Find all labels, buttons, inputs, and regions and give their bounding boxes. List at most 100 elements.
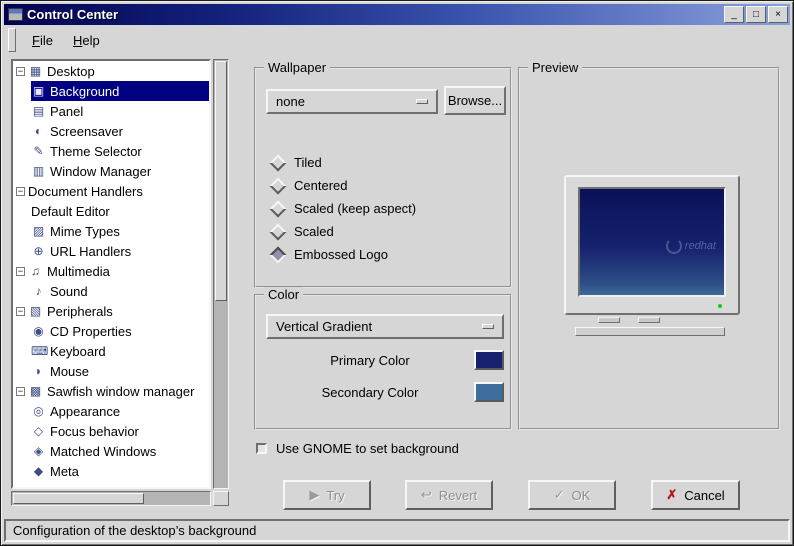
menu-help[interactable]: Help: [63, 29, 110, 52]
preview-monitor: redhat: [564, 175, 740, 315]
radio-label: Scaled (keep aspect): [294, 201, 417, 216]
screensaver-icon: ◐: [34, 124, 43, 138]
panel-icon: ▤: [32, 104, 45, 118]
minimize-icon: _: [731, 8, 737, 20]
tree-item-multimedia[interactable]: ♫ Multimedia: [13, 261, 209, 281]
peripherals-icon: ▧: [29, 304, 42, 318]
gradient-type-dropdown-value: Vertical Gradient: [276, 319, 373, 334]
browse-button[interactable]: Browse...: [444, 86, 506, 115]
try-icon: ▶: [309, 487, 320, 502]
secondary-color-swatch[interactable]: [474, 382, 504, 402]
use-gnome-checkbox-row[interactable]: Use GNOME to set background: [256, 441, 459, 456]
scrollbar-corner: [213, 491, 229, 506]
matched-windows-icon: ◈: [33, 444, 44, 458]
ok-icon: ✓: [553, 487, 565, 502]
tree-item-label: Meta: [50, 463, 79, 479]
menu-file[interactable]: File: [22, 29, 63, 52]
expander-minus-icon[interactable]: [16, 66, 25, 76]
tree-item-desktop[interactable]: ▦ Desktop: [13, 61, 209, 81]
tree-item-sawfish[interactable]: ▩ Sawfish window manager: [13, 381, 209, 401]
preview-group: Preview redhat: [518, 60, 780, 430]
primary-color-swatch[interactable]: [474, 350, 504, 370]
radio-embossed-logo[interactable]: Embossed Logo: [269, 243, 416, 266]
cancel-button[interactable]: ✗ Cancel: [651, 480, 740, 510]
radio-icon: [269, 177, 287, 194]
settings-tree: ▦ Desktop ▣ Background ▤ Panel ◐ Screensaver…: [11, 59, 211, 489]
radio-centered[interactable]: Centered: [269, 174, 416, 197]
radio-scaled-keep-aspect[interactable]: Scaled (keep aspect): [269, 197, 417, 220]
wallpaper-file-dropdown-value: none: [276, 94, 305, 109]
tree-item-label: Window Manager: [50, 163, 152, 179]
tree-item-meta[interactable]: ◆ Meta: [13, 461, 209, 481]
theme-selector-icon: ✎: [33, 144, 44, 158]
horizontal-scrollbar[interactable]: [11, 491, 211, 506]
expander-minus-icon[interactable]: [16, 386, 25, 396]
tree-item-keyboard[interactable]: ⌨ Keyboard: [13, 341, 209, 361]
revert-button-label: Revert: [438, 487, 478, 503]
expander-minus-icon[interactable]: [16, 306, 25, 316]
menubar-grip-handle[interactable]: [8, 28, 16, 52]
tree-item-panel[interactable]: ▤ Panel: [13, 101, 209, 121]
radio-label: Tiled: [294, 155, 322, 170]
tree-item-matched-windows[interactable]: ◈ Matched Windows: [13, 441, 209, 461]
wallpaper-group-title: Wallpaper: [264, 60, 331, 75]
radio-label: Centered: [294, 178, 348, 193]
color-group-title: Color: [264, 287, 304, 302]
wallpaper-group: Wallpaper none Browse... Tiled Centered …: [254, 60, 512, 288]
tree-item-cd-properties[interactable]: ◉ CD Properties: [13, 321, 209, 341]
vertical-scrollbar[interactable]: [213, 59, 229, 489]
tree-item-sound[interactable]: ♪ Sound: [13, 281, 209, 301]
radio-scaled[interactable]: Scaled: [269, 220, 416, 243]
maximize-button[interactable]: □: [746, 6, 766, 23]
try-button[interactable]: ▶ Try: [283, 480, 371, 510]
radio-label: Embossed Logo: [294, 247, 388, 262]
tree-item-background[interactable]: ▣ Background: [13, 81, 209, 101]
gradient-type-dropdown[interactable]: Vertical Gradient: [266, 314, 504, 339]
tree-item-label: Sawfish window manager: [47, 383, 195, 399]
preview-group-title: Preview: [528, 60, 583, 75]
dropdown-indicator-icon: [416, 99, 428, 104]
radio-icon: [269, 223, 287, 240]
url-handlers-icon: ⊕: [33, 244, 44, 258]
close-button[interactable]: ×: [768, 6, 788, 23]
control-center-icon: [8, 8, 23, 21]
checkbox-icon[interactable]: [256, 443, 267, 454]
minimize-button[interactable]: _: [724, 6, 744, 23]
tree-item-window-manager[interactable]: ▥ Window Manager: [13, 161, 209, 181]
tree-item-appearance[interactable]: ◎ Appearance: [13, 401, 209, 421]
window-title: Control Center: [27, 7, 118, 22]
mime-types-icon: ▨: [32, 224, 45, 238]
tree-item-label: Mime Types: [50, 223, 120, 239]
titlebar[interactable]: Control Center _ □ ×: [4, 4, 790, 25]
background-icon: ▣: [32, 84, 45, 98]
tree-item-document-handlers[interactable]: Document Handlers: [13, 181, 209, 201]
wallpaper-file-dropdown[interactable]: none: [266, 89, 438, 114]
tree-item-focus-behavior[interactable]: ◇ Focus behavior: [13, 421, 209, 441]
menubar: File Help: [4, 26, 790, 54]
tree-item-label: Peripherals: [47, 303, 113, 319]
tree-item-theme-selector[interactable]: ✎ Theme Selector: [13, 141, 209, 161]
color-group: Color Vertical Gradient Primary Color Se…: [254, 287, 512, 430]
desktop-icon: ▦: [29, 64, 42, 78]
expander-minus-icon[interactable]: [16, 186, 25, 196]
tree-item-url-handlers[interactable]: ⊕ URL Handlers: [13, 241, 209, 261]
keyboard-icon: ⌨: [31, 344, 49, 358]
tree-item-default-editor[interactable]: Default Editor: [13, 201, 209, 221]
cd-properties-icon: ◉: [33, 324, 44, 338]
tree-item-screensaver[interactable]: ◐ Screensaver: [13, 121, 209, 141]
radio-tiled[interactable]: Tiled: [269, 151, 416, 174]
tree-item-mouse[interactable]: ◗ Mouse: [13, 361, 209, 381]
tree-item-label: Document Handlers: [28, 183, 143, 199]
expander-minus-icon[interactable]: [16, 266, 25, 276]
horizontal-scrollbar-thumb[interactable]: [13, 493, 144, 504]
tree-item-label: Mouse: [50, 363, 90, 379]
tree-item-mime-types[interactable]: ▨ Mime Types: [13, 221, 209, 241]
tree-item-peripherals[interactable]: ▧ Peripherals: [13, 301, 209, 321]
vertical-scrollbar-thumb[interactable]: [215, 61, 227, 301]
ok-button[interactable]: ✓ OK: [528, 480, 616, 510]
statusbar: Configuration of the desktop’s backgroun…: [4, 519, 790, 542]
radio-selected-icon: [269, 246, 287, 263]
tree-item-label: Multimedia: [47, 263, 110, 279]
revert-button[interactable]: ↩ Revert: [405, 480, 493, 510]
tree-item-label: Focus behavior: [50, 423, 139, 439]
